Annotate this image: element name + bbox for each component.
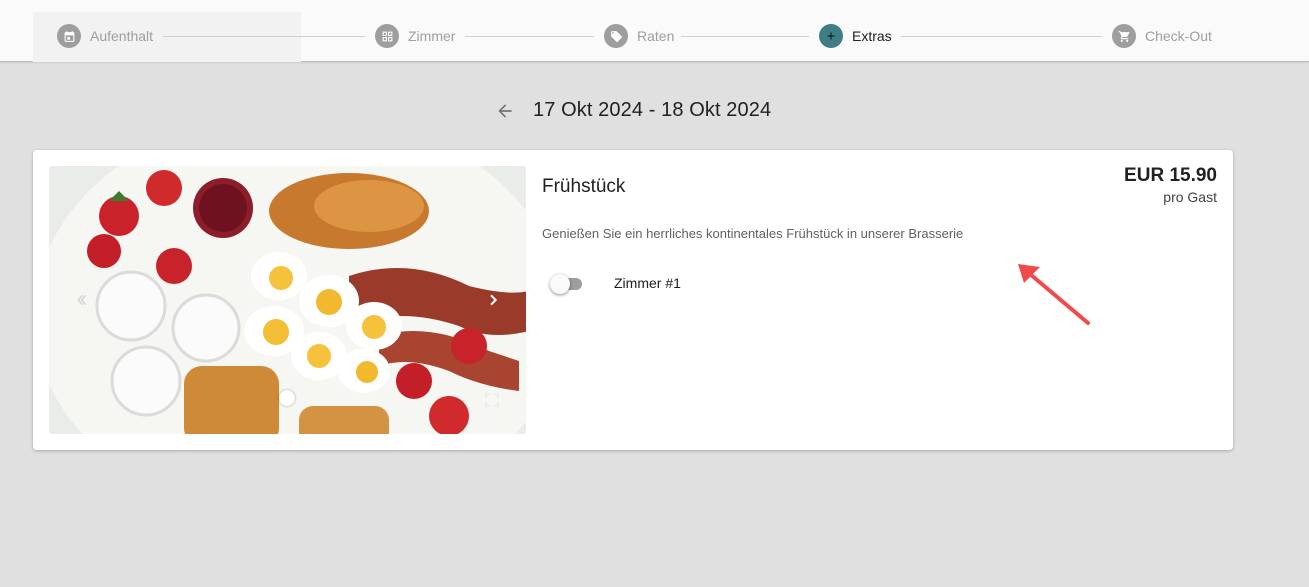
step-connector	[465, 36, 594, 37]
booking-stepper: Aufenthalt Zimmer Raten Extras Check-Out	[0, 0, 1309, 62]
step-connector	[901, 36, 1102, 37]
step-label: Zimmer	[408, 28, 456, 44]
image-carousel[interactable]	[49, 166, 526, 434]
step-label: Extras	[852, 28, 892, 44]
step-aufenthalt[interactable]: Aufenthalt	[57, 24, 153, 48]
chevron-left-icon	[77, 294, 87, 306]
step-label: Check-Out	[1145, 28, 1212, 44]
chevron-right-icon	[490, 294, 498, 306]
step-extras[interactable]: Extras	[819, 24, 892, 48]
fullscreen-button[interactable]	[483, 391, 501, 409]
carousel-next-button[interactable]	[481, 286, 505, 314]
step-zimmer[interactable]: Zimmer	[375, 24, 455, 48]
room-label: Zimmer #1	[614, 275, 681, 291]
calendar-icon	[57, 24, 81, 48]
tag-icon	[604, 24, 628, 48]
cart-icon	[1112, 24, 1136, 48]
carousel-dot[interactable]	[279, 390, 295, 406]
step-label: Raten	[637, 28, 675, 44]
price-unit: pro Gast	[1163, 189, 1217, 205]
grid-icon	[375, 24, 399, 48]
date-range: 17 Okt 2024 - 18 Okt 2024	[533, 99, 772, 121]
extra-title: Frühstück	[542, 176, 626, 197]
extra-description: Genießen Sie ein herrliches kontinentale…	[542, 226, 964, 241]
carousel-prev-button[interactable]	[69, 286, 93, 314]
toggle-thumb	[550, 274, 570, 294]
arrow-left-icon	[498, 104, 512, 118]
step-label: Aufenthalt	[90, 28, 154, 44]
step-connector	[681, 36, 809, 37]
plus-icon	[819, 24, 843, 48]
date-header: 17 Okt 2024 - 18 Okt 2024	[0, 96, 1309, 126]
room-toggle[interactable]	[550, 274, 586, 294]
step-raten[interactable]: Raten	[604, 24, 674, 48]
step-connector	[163, 36, 365, 37]
fullscreen-icon	[485, 393, 499, 407]
back-button[interactable]	[493, 99, 517, 123]
extra-price: EUR 15.90	[1124, 165, 1217, 186]
step-check-out[interactable]: Check-Out	[1112, 24, 1212, 48]
annotation-arrow-icon	[1018, 264, 1090, 325]
